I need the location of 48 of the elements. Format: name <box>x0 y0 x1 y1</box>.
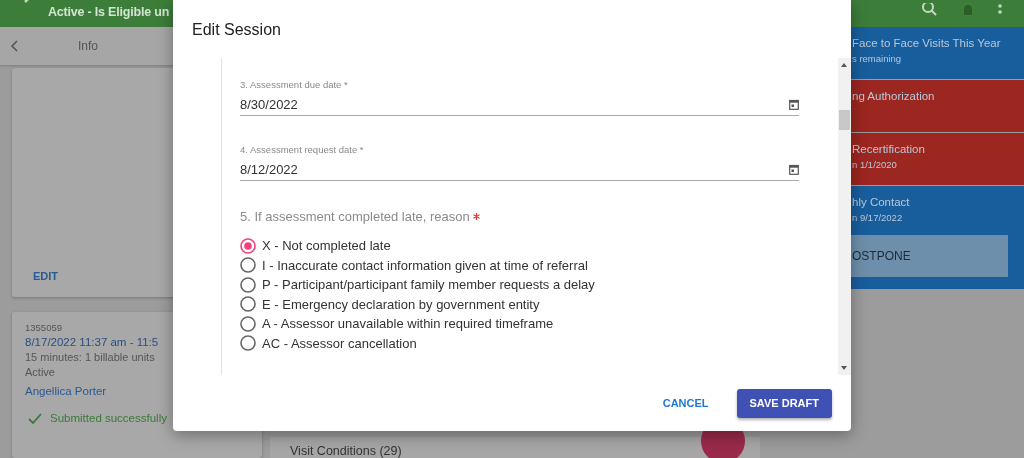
radio-button[interactable] <box>240 237 256 254</box>
date-field[interactable]: 8/30/2022 <box>240 91 799 116</box>
alert-title: Face to Face Visits This Year <box>852 37 1002 49</box>
session-duration: 15 minutes: 1 billable units <box>25 351 155 363</box>
option-label: P - Participant/participant family member requests a delay <box>262 277 595 293</box>
calendar-icon[interactable] <box>789 163 799 175</box>
alert-subtitle: s remaining <box>852 53 903 64</box>
field-label: 3. Assessment due date * <box>240 79 349 91</box>
question-label: 5. If assessment completed late, reason <box>240 209 470 224</box>
scroll-up-icon[interactable] <box>841 63 847 67</box>
staff-link[interactable]: Angellica Porter <box>25 385 107 397</box>
option-label: I - Inaccurate contact information given at time of referral <box>262 257 588 273</box>
visit-conditions-panel[interactable]: Visit Conditions (29) <box>270 437 760 458</box>
cancel-button[interactable]: CANCEL <box>654 389 717 417</box>
radio-button[interactable] <box>240 276 256 293</box>
session-status: Active <box>25 366 55 378</box>
dialog-title: Edit Session <box>192 21 282 40</box>
radio-button[interactable] <box>240 315 256 332</box>
scrollbar[interactable] <box>838 58 851 375</box>
date-field[interactable]: 8/12/2022 <box>240 156 799 181</box>
radio-button[interactable] <box>240 296 256 313</box>
more-icon[interactable] <box>998 3 1002 16</box>
option-label: AC - Assessor cancellation <box>262 335 417 351</box>
submission-status: Submitted successfully <box>50 412 167 424</box>
field-label: 4. Assessment request date * <box>240 144 365 156</box>
search-icon[interactable] <box>922 2 938 17</box>
page-title: Active - Is Eligible un <box>48 4 170 19</box>
option-label: E - Emergency declaration by government entity <box>262 296 540 312</box>
check-icon <box>28 412 42 424</box>
session-id: 1355059 <box>25 322 62 333</box>
radio-button[interactable] <box>240 335 256 352</box>
panel-title: Info <box>78 39 98 53</box>
option-label: A - Assessor unavailable within required timeframe <box>262 316 554 332</box>
session-time: 8/17/2022 11:37 am - 11:5 <box>25 336 159 348</box>
alert-title: ng Authorization <box>852 90 936 102</box>
scrollbar-thumb[interactable] <box>839 110 850 130</box>
alert-title: hly Contact <box>852 196 911 208</box>
option-label: X - Not completed late <box>262 238 391 254</box>
back-chevron-icon[interactable] <box>10 40 18 52</box>
alert-title: Recertification <box>852 143 926 155</box>
calendar-icon[interactable] <box>789 98 799 110</box>
section-title: Visit Conditions (29) <box>290 444 402 458</box>
edit-link[interactable]: EDIT <box>33 270 59 282</box>
save-draft-button[interactable]: SAVE DRAFT <box>736 388 832 418</box>
alert-subtitle: n 1/1/2020 <box>852 159 898 170</box>
alert-subtitle: n 9/17/2022 <box>852 212 904 223</box>
radio-button[interactable] <box>240 257 256 274</box>
scroll-down-icon[interactable] <box>841 366 847 370</box>
